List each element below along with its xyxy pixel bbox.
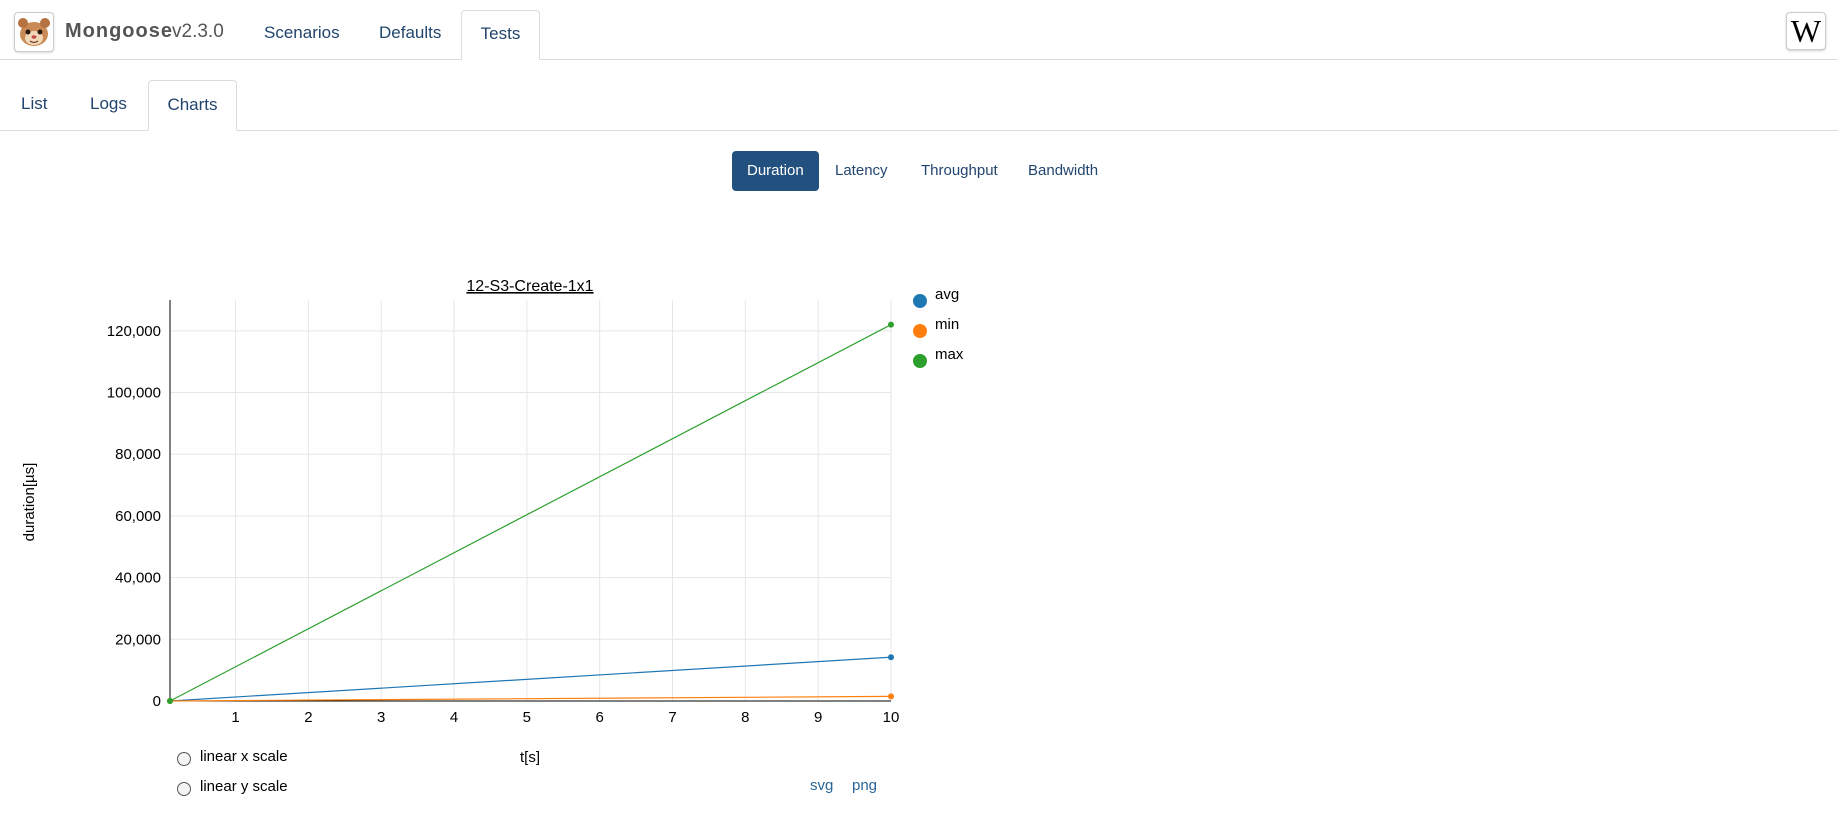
data-point-min [888, 693, 894, 700]
y-tick-label: 80,000 [115, 446, 161, 463]
x-axis-label: t[s] [520, 749, 540, 766]
y-tick-label: 60,000 [115, 508, 161, 525]
x-tick-label: 4 [450, 709, 458, 726]
x-tick-label: 8 [741, 709, 749, 726]
data-point-max [167, 698, 173, 704]
chart-axes: 1 2 3 4 5 6 7 8 9 10 0 20,000 40,000 60,000 80,000 100,… [107, 300, 900, 726]
y-tick-label: 100,000 [107, 385, 161, 402]
legend-marker-max [913, 354, 927, 368]
x-tick-label: 1 [231, 709, 239, 726]
linear-x-radio[interactable] [177, 752, 191, 766]
x-tick-label: 7 [668, 709, 676, 726]
y-tick-label: 40,000 [115, 570, 161, 587]
chart-grid [170, 300, 892, 702]
y-tick-label: 120,000 [107, 323, 161, 340]
legend-label-max: max [935, 346, 964, 363]
linear-y-radio[interactable] [177, 782, 191, 796]
x-tick-label: 9 [814, 709, 822, 726]
x-tick-label: 5 [523, 709, 531, 726]
series-line-max [169, 324, 892, 702]
data-point-avg [888, 654, 894, 661]
x-tick-label: 3 [377, 709, 385, 726]
x-tick-label: 6 [596, 709, 604, 726]
legend-label-min: min [935, 316, 959, 333]
y-tick-label: 20,000 [115, 631, 161, 648]
duration-chart: 1 2 3 4 5 6 7 8 9 10 0 20,000 40,000 60,000 80,000 100,… [21, 278, 964, 766]
chart-title: 12-S3-Create-1x1 [466, 278, 593, 295]
export-svg-link[interactable]: svg [810, 777, 833, 794]
export-png-link[interactable]: png [852, 777, 877, 794]
data-point-max [888, 321, 894, 328]
legend-label-avg: avg [935, 286, 959, 303]
series-line-avg [169, 656, 892, 702]
chart-legend[interactable]: avg min max [913, 286, 964, 368]
linear-y-label: linear y scale [200, 778, 288, 795]
series-line-min [169, 695, 892, 702]
x-tick-label: 2 [304, 709, 312, 726]
chart-series [167, 321, 894, 704]
y-tick-label: 0 [153, 693, 161, 710]
x-tick-label: 10 [883, 709, 900, 726]
y-axis-label: duration[µs] [21, 463, 38, 542]
legend-marker-avg [913, 294, 927, 308]
legend-marker-min [913, 324, 927, 338]
linear-x-label: linear x scale [200, 748, 288, 765]
